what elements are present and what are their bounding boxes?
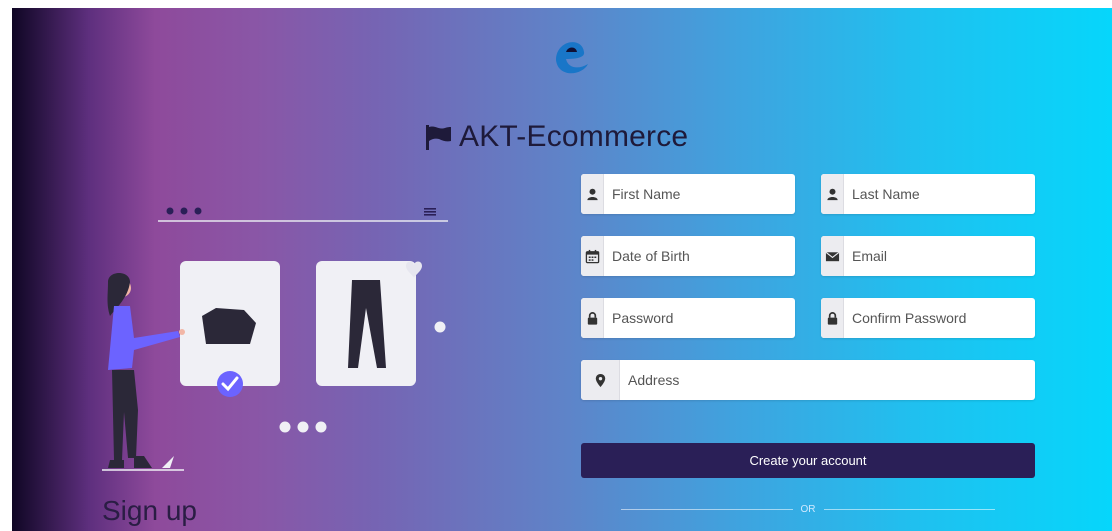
confirm-password-input[interactable] [844, 298, 1035, 338]
app-logo [556, 42, 588, 74]
lock-icon [821, 298, 844, 338]
date-of-birth-input[interactable] [604, 236, 795, 276]
calendar-icon [581, 236, 604, 276]
password-field[interactable] [581, 298, 795, 338]
email-field[interactable] [821, 236, 1035, 276]
or-divider: OR [621, 502, 995, 516]
divider-line [621, 508, 793, 510]
lock-icon [581, 298, 604, 338]
flag-icon [426, 125, 451, 150]
email-input[interactable] [844, 236, 1035, 276]
brand-name: AKT-Ecommerce [459, 120, 689, 153]
user-icon [581, 174, 604, 214]
signup-heading: Sign up [102, 495, 197, 526]
password-input[interactable] [604, 298, 795, 338]
divider-line [823, 508, 995, 510]
or-text: OR [800, 503, 816, 515]
user-icon [821, 174, 844, 214]
date-of-birth-field[interactable] [581, 236, 795, 276]
last-name-field[interactable] [821, 174, 1035, 214]
last-name-input[interactable] [844, 174, 1035, 214]
first-name-input[interactable] [604, 174, 795, 214]
first-name-field[interactable] [581, 174, 795, 214]
address-field[interactable] [581, 360, 1035, 400]
envelope-icon [821, 236, 844, 276]
signup-page: AKT-Ecommerce Sign up First Name Last Na… [12, 8, 1112, 531]
shopping-illustration [102, 207, 448, 471]
brand-heading: AKT-Ecommerce [423, 112, 753, 162]
map-marker-icon [581, 360, 620, 400]
create-account-button[interactable]: Create your account [581, 443, 1035, 478]
address-input[interactable] [620, 360, 1035, 400]
confirm-password-field[interactable] [821, 298, 1035, 338]
